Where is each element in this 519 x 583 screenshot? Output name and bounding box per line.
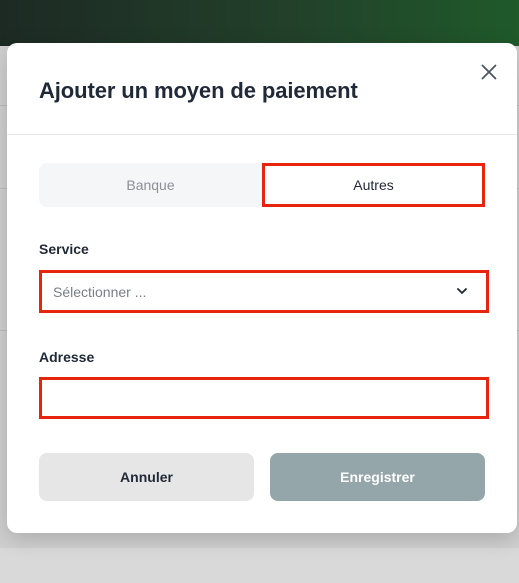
- tab-bank[interactable]: Banque: [39, 163, 262, 207]
- service-select[interactable]: Sélectionner ...: [39, 270, 489, 313]
- app-header-background: [0, 0, 519, 46]
- save-button[interactable]: Enregistrer: [270, 453, 485, 501]
- address-input[interactable]: [39, 377, 489, 419]
- chevron-down-icon: [457, 288, 467, 294]
- service-select-value: Sélectionner ...: [53, 283, 147, 300]
- dialog-header-divider: [7, 134, 517, 135]
- cancel-button[interactable]: Annuler: [39, 453, 254, 501]
- backdrop-footer: [0, 548, 519, 583]
- address-label: Adresse: [39, 349, 95, 365]
- service-label: Service: [39, 241, 89, 257]
- close-icon: [481, 64, 497, 80]
- close-button[interactable]: [471, 59, 507, 85]
- tab-other[interactable]: Autres: [262, 163, 485, 207]
- payment-type-tabs: Banque Autres: [39, 163, 485, 207]
- dialog-title: Ajouter un moyen de paiement: [39, 78, 358, 103]
